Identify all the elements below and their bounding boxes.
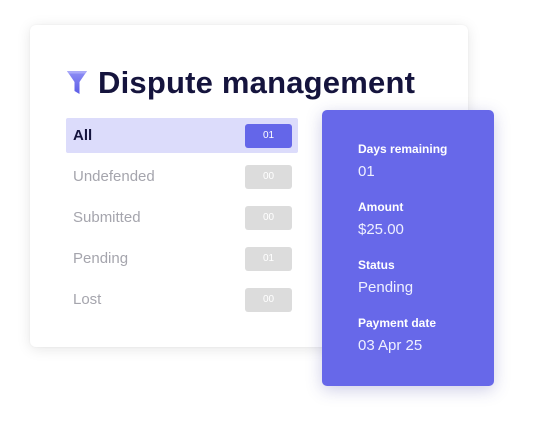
filter-label: All	[73, 127, 93, 144]
status-field: Status Pending	[358, 258, 494, 297]
filter-item-submitted[interactable]: Submitted 00	[66, 200, 298, 235]
field-label: Payment date	[358, 316, 437, 330]
count-badge: 00	[245, 164, 292, 189]
count-badge: 00	[245, 287, 292, 312]
count-badge: 01	[245, 246, 292, 271]
funnel-icon	[67, 71, 87, 94]
filter-list: All 01 Undefended 00 Submitted 00 Pendin…	[66, 118, 298, 323]
field-value: 01	[358, 163, 375, 180]
field-value: $25.00	[358, 221, 404, 238]
payment-date-field: Payment date 03 Apr 25	[358, 316, 494, 355]
amount-field: Amount $25.00	[358, 200, 494, 239]
filter-label: Undefended	[73, 168, 155, 185]
field-label: Status	[358, 258, 395, 272]
filter-item-undefended[interactable]: Undefended 00	[66, 159, 298, 194]
card-header: Dispute management	[66, 63, 415, 103]
field-label: Amount	[358, 200, 404, 214]
filter-label: Lost	[73, 291, 102, 308]
filter-label: Pending	[73, 250, 129, 267]
filter-item-pending[interactable]: Pending 01	[66, 241, 298, 276]
page-title: Dispute management	[98, 65, 416, 100]
field-value: Pending	[358, 279, 414, 296]
days-remaining-field: Days remaining 01	[358, 142, 494, 181]
filter-label: Submitted	[73, 209, 141, 226]
dispute-detail-panel: Days remaining 01 Amount $25.00 Status P…	[322, 110, 494, 386]
field-value: 03 Apr 25	[358, 337, 423, 354]
filter-item-lost[interactable]: Lost 00	[66, 282, 298, 317]
count-badge: 00	[245, 205, 292, 230]
field-label: Days remaining	[358, 142, 448, 156]
filter-item-all[interactable]: All 01	[66, 118, 298, 153]
count-badge: 01	[245, 123, 292, 148]
